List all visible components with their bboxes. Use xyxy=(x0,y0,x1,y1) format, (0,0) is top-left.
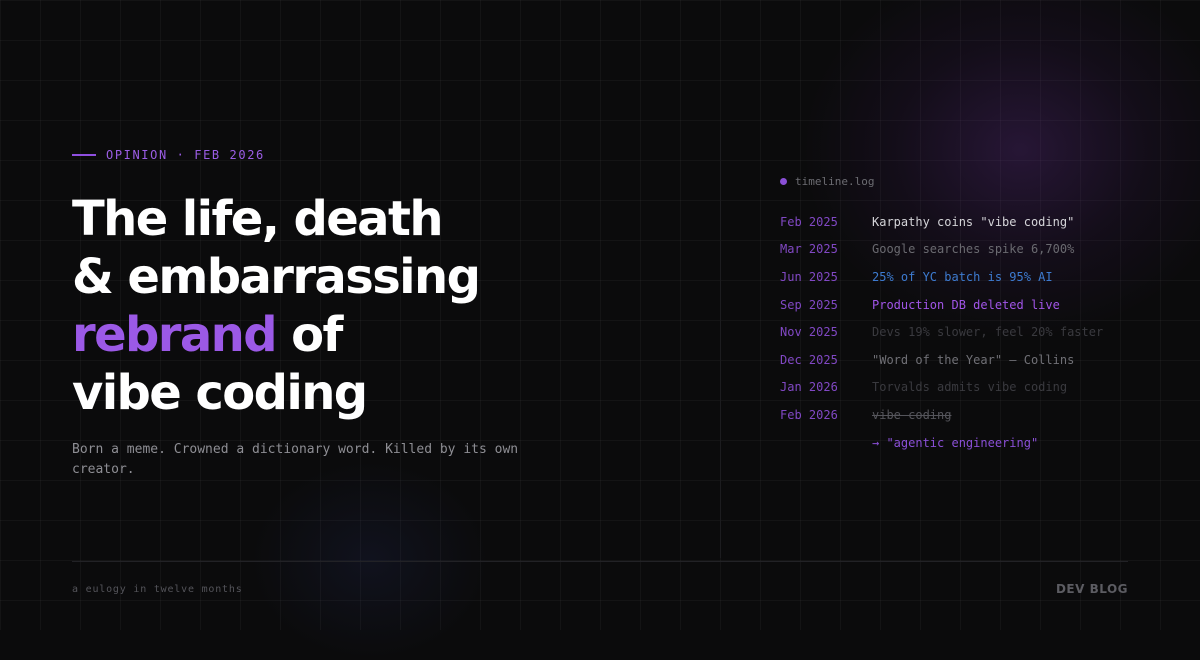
timeline-date: Jun 2025 xyxy=(780,269,838,284)
timeline-date: Jan 2026 xyxy=(780,380,838,395)
timeline-date: Dec 2025 xyxy=(780,352,838,367)
timeline-date: Feb 2025 xyxy=(780,214,838,229)
timeline-entry: Jan 2026 Torvalds admits vibe coding xyxy=(780,374,1103,402)
footer-divider xyxy=(72,561,1128,562)
timeline-entry: Nov 2025 Devs 19% slower, feel 20% faste… xyxy=(780,318,1103,346)
timeline-title: timeline.log xyxy=(795,175,875,188)
timeline-event: 25% of YC batch is 95% AI xyxy=(872,269,1053,284)
page-title: The life, death & embarrassing rebrand o… xyxy=(72,190,481,422)
subtitle: Born a meme. Crowned a dictionary word. … xyxy=(72,442,519,477)
kicker-line xyxy=(72,154,96,156)
timeline-date: Feb 2026 xyxy=(780,407,838,422)
timeline-event: Google searches spike 6,700% xyxy=(872,242,1075,257)
vertical-divider xyxy=(720,130,721,558)
timeline-event: Karpathy coins "vibe coding" xyxy=(872,214,1075,229)
kicker: OPINION · FEB 2026 xyxy=(72,148,265,162)
brand-logo: DEV BLOG xyxy=(1055,582,1128,596)
headline-line-1: The life, death xyxy=(72,191,444,247)
kicker-text: OPINION · FEB 2026 xyxy=(106,148,265,162)
timeline-event: Production DB deleted live xyxy=(872,297,1060,312)
timeline-entry: Feb 2025 Karpathy coins "vibe coding" xyxy=(780,208,1103,236)
timeline-entry: Sep 2025 Production DB deleted live xyxy=(780,291,1103,319)
timeline-date: Mar 2025 xyxy=(780,242,838,257)
timeline-entry: Feb 2026 vibe coding xyxy=(780,401,1103,429)
blue-glow xyxy=(250,460,490,660)
headline-line-2: & embarrassing xyxy=(72,249,481,305)
timeline-event-rebrand: → "agentic engineering" xyxy=(872,435,1039,450)
timeline-event: Torvalds admits vibe coding xyxy=(872,380,1068,395)
footer-note: a eulogy in twelve months xyxy=(72,584,243,595)
timeline-header: timeline.log xyxy=(780,175,874,188)
timeline-date: Sep 2025 xyxy=(780,297,838,312)
timeline-date: Nov 2025 xyxy=(780,325,838,340)
timeline-event-struck: vibe coding xyxy=(872,407,952,422)
headline-accent: rebrand xyxy=(72,307,278,363)
headline-line-4: vibe coding xyxy=(72,365,368,421)
headline-line-3-rest: of xyxy=(275,307,343,363)
timeline-entry: → "agentic engineering" xyxy=(780,429,1103,457)
timeline-entry: Jun 2025 25% of YC batch is 95% AI xyxy=(780,263,1103,291)
timeline-list: Feb 2025 Karpathy coins "vibe coding" Ma… xyxy=(780,208,1103,456)
status-dot-icon xyxy=(780,178,787,185)
timeline-entry: Mar 2025 Google searches spike 6,700% xyxy=(780,236,1103,264)
timeline-entry: Dec 2025 "Word of the Year" — Collins xyxy=(780,346,1103,374)
timeline-event: "Word of the Year" — Collins xyxy=(872,352,1075,367)
timeline-event: Devs 19% slower, feel 20% faster xyxy=(872,325,1104,340)
